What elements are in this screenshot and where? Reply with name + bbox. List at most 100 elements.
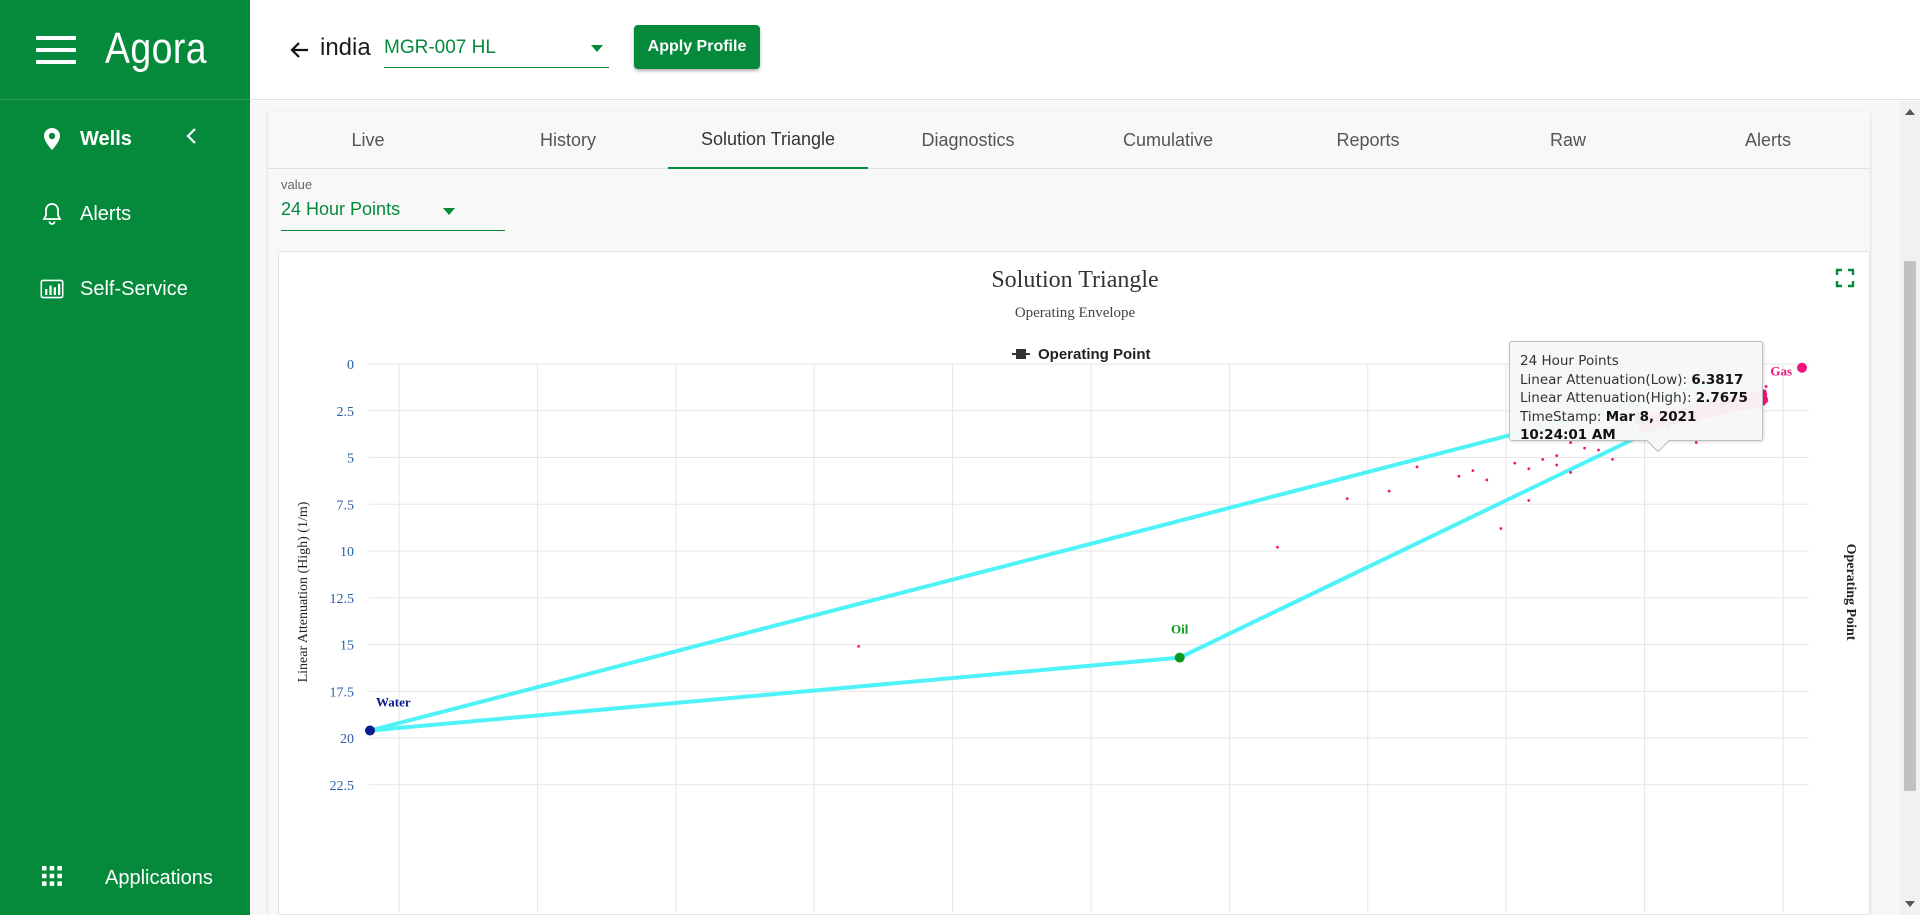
applications-label: Applications: [105, 866, 213, 889]
tooltip-series: 24 Hour Points: [1520, 353, 1619, 369]
operating-point: [1527, 499, 1531, 502]
operating-point: [1541, 457, 1545, 461]
y-axis-ticks: 0 2.5 5 7.5 10 12.5 15 17.5 20 22.5: [330, 358, 355, 794]
water-vertex: [365, 725, 375, 736]
operating-point: [1555, 454, 1559, 458]
oil-label: Oil: [1171, 622, 1189, 637]
tab-alerts[interactable]: Alerts: [1668, 111, 1868, 169]
tab-raw[interactable]: Raw: [1468, 111, 1668, 169]
operating-point: [1499, 527, 1503, 530]
scroll-up-icon[interactable]: [1905, 109, 1915, 115]
y-tick-label: 5: [347, 452, 354, 467]
sidebar-header: Agora: [0, 0, 250, 100]
content-card: Live History Solution Triangle Diagnosti…: [268, 111, 1870, 915]
main-panel: Live History Solution Triangle Diagnosti…: [250, 101, 1900, 915]
value-select-caption: value: [281, 177, 313, 192]
operating-point: [1527, 467, 1531, 471]
y-tick-label: 22.5: [330, 779, 355, 794]
tooltip-high-value: 2.7675: [1695, 390, 1748, 406]
page-scrollbar[interactable]: [1900, 101, 1920, 915]
chart-tooltip: 24 Hour Points Linear Attenuation(Low): …: [1509, 341, 1763, 453]
operating-point: [1485, 478, 1489, 482]
tab-reports[interactable]: Reports: [1268, 111, 1468, 169]
tooltip-low-value: 6.3817: [1691, 371, 1744, 388]
sidebar-item-self-service[interactable]: Self-Service: [0, 264, 250, 314]
water-label: Water: [376, 695, 411, 710]
app-brand: Agora: [105, 24, 207, 73]
operating-point: [1387, 489, 1391, 493]
tab-bar: Live History Solution Triangle Diagnosti…: [268, 111, 1870, 169]
y-tick-label: 2.5: [337, 405, 355, 420]
hamburger-menu-icon[interactable]: [36, 36, 76, 66]
y-tick-label: 10: [340, 545, 354, 560]
chart-grid: [369, 363, 1809, 912]
tab-solution-triangle[interactable]: Solution Triangle: [668, 111, 868, 169]
gas-vertex: [1797, 362, 1807, 373]
value-select[interactable]: value 24 Hour Points: [281, 177, 505, 231]
operating-point: [1513, 461, 1517, 465]
bar-chart-icon: [40, 277, 64, 301]
operating-point: [1764, 385, 1768, 388]
y-tick-label: 7.5: [337, 498, 355, 513]
tooltip-high: Linear Attenuation(High): 2.7675: [1520, 389, 1752, 408]
tab-diagnostics[interactable]: Diagnostics: [868, 111, 1068, 169]
back-arrow-icon[interactable]: [288, 38, 312, 62]
gas-label: Gas: [1770, 364, 1792, 379]
profile-select-value: MGR-007 HL: [384, 37, 496, 58]
operating-point: [1276, 545, 1279, 549]
apply-profile-button[interactable]: Apply Profile: [634, 25, 760, 69]
sidebar-item-label: Wells: [80, 127, 132, 150]
operating-point: [857, 644, 861, 648]
scrollbar-thumb[interactable]: [1904, 261, 1916, 791]
chart-title: Solution Triangle: [991, 267, 1158, 293]
y-tick-label: 0: [347, 358, 354, 373]
legend-marker: [1016, 349, 1026, 359]
location-pin-icon: [40, 127, 64, 151]
operating-point: [1555, 463, 1559, 467]
operating-point: [1345, 497, 1349, 501]
bell-icon: [40, 202, 64, 226]
tab-cumulative[interactable]: Cumulative: [1068, 111, 1268, 169]
fullscreen-icon[interactable]: [1835, 268, 1855, 288]
grid-icon: [42, 865, 62, 891]
operating-point: [1583, 446, 1586, 450]
top-bar: india MGR-007 HL Apply Profile: [250, 0, 1920, 100]
operating-point: [1611, 457, 1614, 461]
scroll-down-icon[interactable]: [1905, 901, 1915, 907]
tooltip-low-label: Linear Attenuation(Low):: [1520, 371, 1692, 388]
operating-point: [1597, 448, 1600, 452]
y-tick-label: 17.5: [330, 685, 355, 700]
tooltip-low: Linear Attenuation(Low): 6.3817: [1520, 371, 1752, 390]
y-tick-label: 15: [340, 639, 354, 654]
right-axis-title: Operating Point: [1843, 544, 1858, 641]
tab-live[interactable]: Live: [268, 111, 468, 169]
operating-point: [1569, 471, 1573, 474]
legend[interactable]: Operating Point: [1012, 346, 1151, 363]
y-tick-label: 12.5: [330, 592, 355, 607]
sidebar-item-alerts[interactable]: Alerts: [0, 189, 250, 239]
y-axis-title: Linear Attenuation (High) (1/m): [296, 501, 311, 682]
tab-history[interactable]: History: [468, 111, 668, 169]
legend-operating-point: Operating Point: [1038, 346, 1151, 363]
caret-down-icon: [591, 45, 603, 52]
y-tick-label: 20: [340, 732, 354, 747]
operating-point: [1457, 474, 1461, 478]
sidebar-item-wells[interactable]: Wells: [0, 114, 250, 164]
sidebar: Agora Wells Alerts Self-Service Applicat…: [0, 0, 250, 915]
value-select-value: 24 Hour Points: [281, 199, 401, 219]
sidebar-item-label: Self-Service: [80, 277, 188, 300]
operating-point: [1415, 465, 1419, 469]
tooltip-high-label: Linear Attenuation(High):: [1520, 390, 1696, 406]
caret-down-icon: [443, 208, 455, 215]
tooltip-timestamp: TimeStamp: Mar 8, 2021 10:24:01 AM: [1520, 408, 1752, 445]
tooltip-ts-label: TimeStamp:: [1520, 408, 1606, 425]
well-name: india: [320, 34, 371, 61]
sidebar-item-label: Alerts: [80, 202, 132, 225]
collapse-chevron-icon[interactable]: [184, 126, 204, 150]
triangle-edge-water-oil: [369, 655, 1180, 733]
sidebar-item-applications[interactable]: Applications: [0, 853, 250, 903]
profile-select[interactable]: MGR-007 HL: [384, 28, 609, 68]
chart-container: Solution Triangle Operating Envelope Ope…: [278, 251, 1870, 915]
operating-point: [1471, 469, 1475, 472]
oil-vertex: [1174, 652, 1185, 663]
